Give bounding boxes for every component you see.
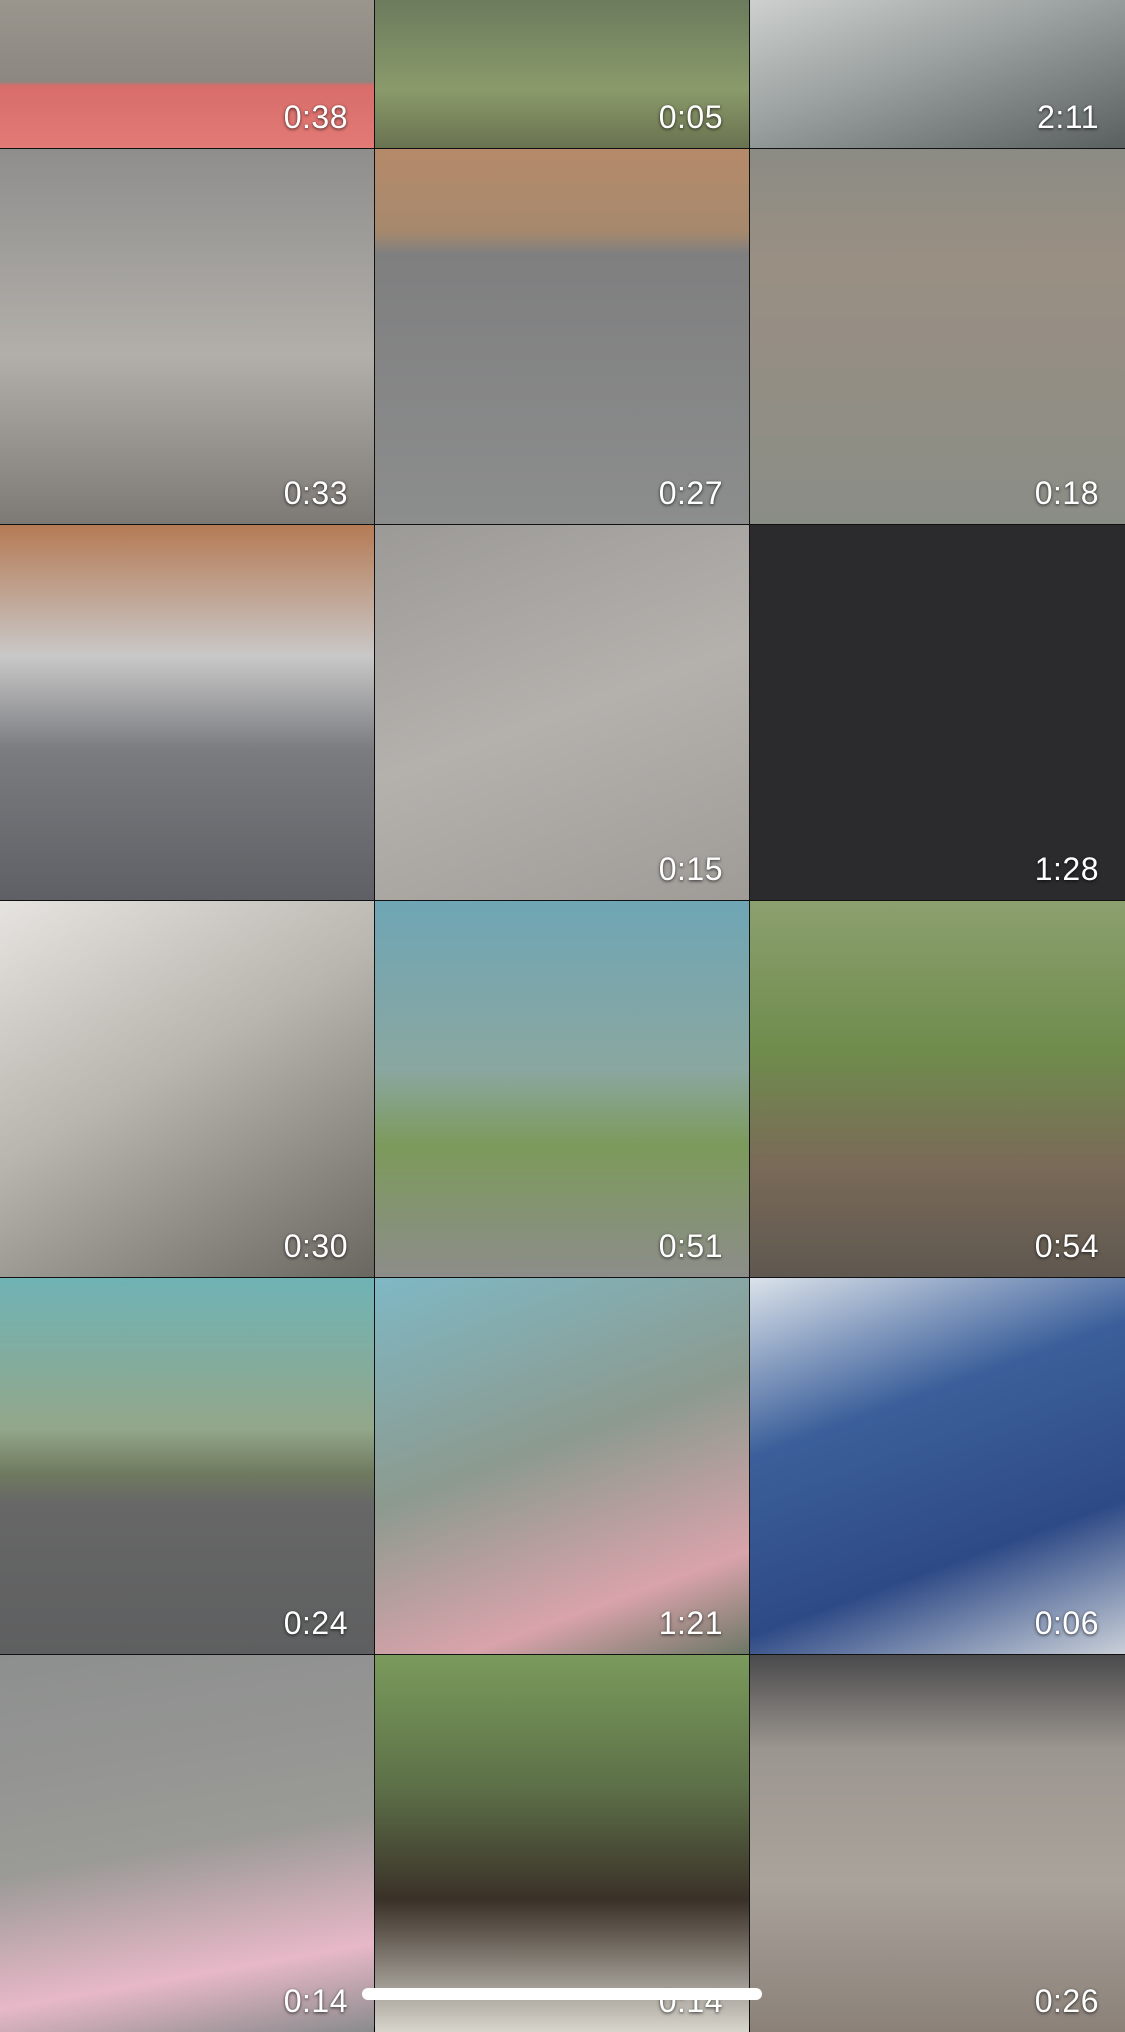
video-thumbnail (750, 149, 1125, 524)
video-duration-label: 0:38 (283, 99, 348, 135)
video-thumbnail-tile[interactable]: 0:54 (750, 901, 1125, 1277)
video-thumbnail-tile[interactable]: 0:14 (375, 1655, 749, 2032)
video-duration-label: 1:21 (658, 1605, 723, 1641)
video-thumbnail (375, 1278, 749, 1654)
video-duration-label: 0:06 (1034, 1605, 1099, 1641)
video-thumbnail-tile[interactable]: 0:18 (750, 149, 1125, 524)
video-thumbnail-tile[interactable]: 2:11 (750, 0, 1125, 148)
video-duration-label: 1:28 (1034, 851, 1099, 887)
video-thumbnail-tile[interactable]: 0:26 (750, 1655, 1125, 2032)
video-thumbnail (750, 901, 1125, 1277)
video-thumbnail-tile[interactable]: 0:33 (0, 149, 374, 524)
video-thumbnail (750, 1278, 1125, 1654)
video-thumbnail-tile[interactable]: 1:28 (750, 525, 1125, 900)
video-duration-label: 0:27 (658, 475, 723, 511)
home-indicator-bar[interactable] (362, 1988, 762, 2000)
video-thumbnail-tile[interactable]: 1:21 (375, 1278, 749, 1654)
video-duration-label: 0:30 (283, 1228, 348, 1264)
video-duration-label: 0:14 (283, 1983, 348, 2019)
video-duration-label: 0:26 (1034, 1983, 1099, 2019)
video-thumbnail (750, 1655, 1125, 2032)
video-grid: 0:38 0:05 2:11 0:33 0:27 0:18 0:15 1:28 … (0, 0, 1125, 2032)
video-thumbnail (375, 149, 749, 524)
video-duration-label: 0:33 (283, 475, 348, 511)
video-thumbnail-tile[interactable]: 0:30 (0, 901, 374, 1277)
video-thumbnail (375, 901, 749, 1277)
video-duration-label: 0:18 (1034, 475, 1099, 511)
video-thumbnail-tile[interactable]: 0:51 (375, 901, 749, 1277)
video-thumbnail-placeholder (750, 525, 1125, 900)
video-thumbnail (0, 1278, 374, 1654)
video-thumbnail (0, 901, 374, 1277)
video-thumbnail-tile[interactable] (0, 525, 374, 900)
video-thumbnail-tile[interactable]: 0:38 (0, 0, 374, 148)
video-thumbnail (375, 1655, 749, 2032)
video-duration-label: 2:11 (1037, 99, 1099, 135)
video-thumbnail-tile[interactable]: 0:24 (0, 1278, 374, 1654)
video-duration-label: 0:15 (658, 851, 723, 887)
video-thumbnail-tile[interactable]: 0:14 (0, 1655, 374, 2032)
video-duration-label: 0:24 (283, 1605, 348, 1641)
video-thumbnail (0, 525, 374, 900)
video-thumbnail-tile[interactable]: 0:06 (750, 1278, 1125, 1654)
video-thumbnail-tile[interactable]: 0:15 (375, 525, 749, 900)
video-duration-label: 0:05 (658, 99, 723, 135)
video-thumbnail (0, 1655, 374, 2032)
video-duration-label: 0:51 (658, 1228, 723, 1264)
video-thumbnail-tile[interactable]: 0:27 (375, 149, 749, 524)
video-thumbnail (375, 525, 749, 900)
video-thumbnail-tile[interactable]: 0:05 (375, 0, 749, 148)
video-thumbnail (0, 149, 374, 524)
video-duration-label: 0:54 (1034, 1228, 1099, 1264)
